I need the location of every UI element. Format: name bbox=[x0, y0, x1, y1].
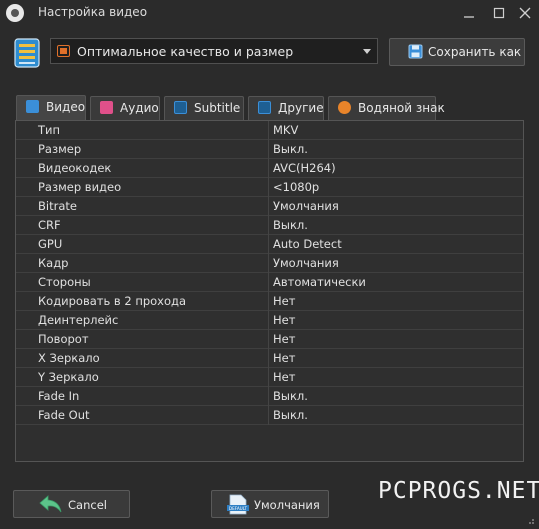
subtitle-icon bbox=[174, 101, 187, 114]
tab-video-label: Видео bbox=[46, 100, 86, 114]
property-value[interactable]: Выкл. bbox=[273, 408, 308, 422]
property-value[interactable]: Нет bbox=[273, 332, 295, 346]
defaults-button[interactable]: DEFAULT Умолчания bbox=[211, 490, 329, 518]
tab-watermark-label: Водяной знак bbox=[358, 101, 445, 115]
property-name: Стороны bbox=[38, 275, 91, 289]
property-row-fade-in[interactable]: Fade In Выкл. bbox=[16, 387, 523, 406]
property-value[interactable]: Нет bbox=[273, 313, 295, 327]
default-document-icon: DEFAULT bbox=[227, 494, 249, 515]
cancel-label: Cancel bbox=[68, 498, 107, 512]
property-name: Bitrate bbox=[38, 199, 77, 213]
property-value[interactable]: Автоматически bbox=[273, 275, 366, 289]
property-row-rotate[interactable]: Поворот Нет bbox=[16, 330, 523, 349]
property-grid: Тип MKV Размер Выкл. Видеокодек AVC(H264) Р… bbox=[15, 120, 524, 462]
property-name: Y Зеркало bbox=[38, 370, 99, 384]
property-value[interactable]: Auto Detect bbox=[273, 237, 342, 251]
property-value[interactable]: Выкл. bbox=[273, 389, 308, 403]
tab-video[interactable]: Видео bbox=[16, 95, 86, 120]
profile-dropdown[interactable]: Оптимальное качество и размер bbox=[50, 38, 378, 64]
tab-other-label: Другие bbox=[278, 101, 324, 115]
property-row-type[interactable]: Тип MKV bbox=[16, 121, 523, 140]
property-value[interactable]: AVC(H264) bbox=[273, 161, 336, 175]
property-name: Fade In bbox=[38, 389, 80, 403]
maximize-icon[interactable] bbox=[487, 2, 511, 24]
profile-dropdown-value: Оптимальное качество и размер bbox=[77, 44, 294, 59]
film-icon bbox=[26, 100, 39, 113]
default-icon-text: DEFAULT bbox=[229, 506, 248, 511]
watermark-icon bbox=[338, 101, 351, 114]
app-logo-icon bbox=[6, 4, 24, 22]
property-value[interactable]: Умолчания bbox=[273, 199, 339, 213]
property-name: Тип bbox=[38, 123, 61, 137]
close-icon[interactable] bbox=[513, 2, 537, 24]
floppy-disk-icon bbox=[408, 44, 423, 59]
property-row-frame[interactable]: Кадр Умолчания bbox=[16, 254, 523, 273]
property-row-codec[interactable]: Видеокодек AVC(H264) bbox=[16, 159, 523, 178]
tab-audio[interactable]: Аудио bbox=[90, 96, 160, 120]
other-settings-icon bbox=[258, 101, 271, 114]
save-as-button[interactable]: Сохранить как bbox=[389, 38, 525, 66]
window-title: Настройка видео bbox=[38, 5, 148, 19]
property-name: GPU bbox=[38, 237, 63, 251]
property-row-y-mirror[interactable]: Y Зеркало Нет bbox=[16, 368, 523, 387]
property-name: CRF bbox=[38, 218, 61, 232]
property-value[interactable]: Умолчания bbox=[273, 256, 339, 270]
tab-subtitle-label: Subtitle bbox=[194, 101, 241, 115]
property-value[interactable]: Нет bbox=[273, 294, 295, 308]
property-row-deinterlace[interactable]: Деинтерлейс Нет bbox=[16, 311, 523, 330]
film-icon bbox=[57, 45, 70, 57]
property-value[interactable]: Выкл. bbox=[273, 142, 308, 156]
property-row-gpu[interactable]: GPU Auto Detect bbox=[16, 235, 523, 254]
property-row-fade-out[interactable]: Fade Out Выкл. bbox=[16, 406, 523, 425]
property-row-two-pass[interactable]: Кодировать в 2 прохода Нет bbox=[16, 292, 523, 311]
tab-other[interactable]: Другие bbox=[248, 96, 324, 120]
property-row-bitrate[interactable]: Bitrate Умолчания bbox=[16, 197, 523, 216]
property-value[interactable]: <1080p bbox=[273, 180, 319, 194]
property-row-x-mirror[interactable]: X Зеркало Нет bbox=[16, 349, 523, 368]
profile-list-icon bbox=[14, 38, 40, 68]
property-name: Видеокодек bbox=[38, 161, 112, 175]
property-name: Размер bbox=[38, 142, 82, 156]
chevron-down-icon bbox=[363, 49, 371, 54]
site-watermark: PCPROGS.NET bbox=[378, 478, 539, 504]
property-value[interactable]: MKV bbox=[273, 123, 298, 137]
property-name: Кодировать в 2 прохода bbox=[38, 294, 187, 308]
property-name: Кадр bbox=[38, 256, 69, 270]
minimize-icon[interactable] bbox=[457, 2, 481, 24]
property-row-crf[interactable]: CRF Выкл. bbox=[16, 216, 523, 235]
property-name: X Зеркало bbox=[38, 351, 100, 365]
property-name: Деинтерлейс bbox=[38, 313, 119, 327]
property-name: Fade Out bbox=[38, 408, 90, 422]
property-row-video-size[interactable]: Размер видео <1080p bbox=[16, 178, 523, 197]
tab-audio-label: Аудио bbox=[120, 101, 159, 115]
save-as-label: Сохранить как bbox=[428, 45, 522, 59]
title-bar: Настройка видео bbox=[0, 0, 539, 26]
property-value[interactable]: Нет bbox=[273, 351, 295, 365]
property-name: Поворот bbox=[38, 332, 89, 346]
property-name: Размер видео bbox=[38, 180, 122, 194]
property-value[interactable]: Выкл. bbox=[273, 218, 308, 232]
defaults-label: Умолчания bbox=[254, 498, 320, 512]
tab-subtitle[interactable]: Subtitle bbox=[164, 96, 244, 120]
property-value[interactable]: Нет bbox=[273, 370, 295, 384]
music-note-icon bbox=[100, 101, 113, 114]
property-row-size[interactable]: Размер Выкл. bbox=[16, 140, 523, 159]
resize-grip-icon[interactable] bbox=[525, 515, 535, 525]
cancel-button[interactable]: Cancel bbox=[13, 490, 130, 518]
undo-arrow-icon bbox=[39, 495, 62, 513]
property-row-aspect[interactable]: Стороны Автоматически bbox=[16, 273, 523, 292]
tab-watermark[interactable]: Водяной знак bbox=[328, 96, 445, 120]
